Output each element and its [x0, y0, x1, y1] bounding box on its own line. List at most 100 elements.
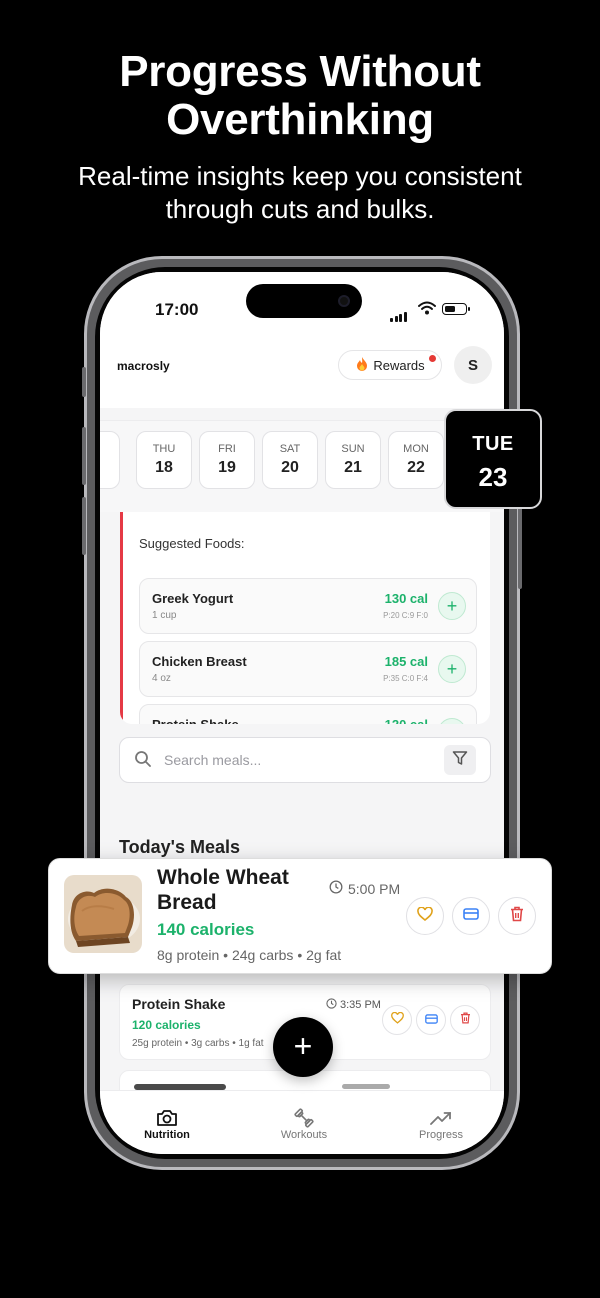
signal-icon — [390, 304, 408, 322]
day-chip-sat[interactable]: SAT 20 — [262, 431, 318, 489]
rewards-label: Rewards — [373, 357, 425, 373]
day-chip-thu[interactable]: THU 18 — [136, 431, 192, 489]
delete-button[interactable] — [450, 1005, 480, 1035]
featured-meal-card[interactable]: Whole Wheat Bread 140 calories 8g protei… — [48, 858, 552, 974]
food-macros: P:20 C:9 F:0 — [383, 611, 428, 620]
tab-nutrition[interactable]: Nutrition — [122, 1107, 212, 1141]
selected-day-date: 23 — [478, 462, 508, 492]
meal-name: Protein Shake — [132, 996, 226, 1012]
suggested-food-item[interactable]: Chicken Breast 4 oz 185 cal P:35 C:0 F:4 + — [139, 641, 477, 697]
food-name: Protein Shake — [152, 717, 239, 724]
tab-nutrition-label: Nutrition — [144, 1129, 190, 1141]
trend-up-icon — [396, 1107, 486, 1129]
day-chip-date: 18 — [155, 459, 173, 476]
day-chip-fri[interactable]: FRI 19 — [199, 431, 255, 489]
day-chip-name: MON — [403, 443, 429, 455]
phone-frame: 17:00 macrosly Rewards S THU 18 FRI 19 S… — [82, 256, 522, 1170]
suggested-food-item[interactable]: Greek Yogurt 1 cup 130 cal P:20 C:9 F:0 + — [139, 578, 477, 634]
status-bar: 17:00 — [100, 272, 504, 342]
food-name: Chicken Breast — [152, 654, 247, 669]
suggested-food-item[interactable]: Protein Shake1 scoop120 calP:25 C:3 F:1+ — [139, 704, 477, 724]
side-button-action — [82, 367, 86, 397]
add-food-button[interactable]: + — [438, 592, 466, 620]
promo-subline: Real-time insights keep you consistent t… — [40, 160, 560, 226]
search-bar[interactable]: Search meals... — [119, 737, 491, 783]
featured-meal-macros: 8g protein • 24g carbs • 2g fat — [157, 947, 342, 963]
promo-headline-line1: Progress Without — [119, 47, 481, 96]
wifi-icon — [418, 301, 436, 320]
promo-subline-line2: through cuts and bulks. — [165, 194, 435, 224]
featured-meal-time-text: 5:00 PM — [348, 880, 401, 897]
app-header: macrosly Rewards S — [100, 342, 504, 408]
tab-progress[interactable]: Progress — [396, 1107, 486, 1141]
heart-icon — [417, 905, 433, 926]
food-quantity: 1 cup — [152, 610, 177, 621]
featured-meal-name: Whole Wheat Bread — [157, 866, 289, 914]
day-chip-date: 22 — [407, 459, 425, 476]
day-chip-date: 19 — [218, 459, 236, 476]
clock-icon — [329, 880, 343, 897]
day-chip-name: SUN — [341, 443, 365, 455]
tab-progress-label: Progress — [418, 1129, 464, 1141]
tab-workouts[interactable]: Workouts — [259, 1107, 349, 1141]
food-photo — [64, 875, 142, 953]
battery-icon — [442, 303, 470, 315]
rewards-button[interactable]: Rewards — [338, 350, 442, 380]
day-chip-date: 21 — [344, 459, 362, 476]
promo-subline-line1: Real-time insights keep you consistent — [78, 161, 522, 191]
food-calories: 130 cal — [384, 591, 428, 606]
favorite-button[interactable] — [382, 1005, 412, 1035]
trash-icon — [510, 906, 524, 927]
promo-headline: Progress Without Overthinking — [0, 48, 600, 144]
dynamic-island — [246, 284, 362, 318]
side-button-volume-down — [82, 497, 86, 555]
food-macros: P:35 C:0 F:4 — [383, 674, 428, 683]
suggested-foods-card: Suggested Foods: Greek Yogurt 1 cup 130 ca… — [120, 512, 490, 724]
fire-icon — [355, 356, 369, 375]
tab-workouts-label: Workouts — [280, 1129, 328, 1141]
details-button[interactable] — [452, 897, 490, 935]
day-chip-name: FRI — [218, 443, 236, 455]
day-chip-name: THU — [152, 443, 176, 455]
avatar[interactable]: S — [454, 346, 492, 384]
details-button[interactable] — [416, 1005, 446, 1035]
alert-bar — [120, 512, 123, 724]
food-name: Greek Yogurt — [152, 591, 234, 606]
app-logo: macrosly — [117, 359, 170, 373]
promo-headline-line2: Overthinking — [166, 95, 434, 144]
meal-macros: 25g protein • 3g carbs • 1g fat — [132, 1038, 264, 1049]
favorite-button[interactable] — [406, 897, 444, 935]
todays-meals-title: Today's Meals — [119, 837, 240, 857]
day-chip-sun[interactable]: SUN 21 — [325, 431, 381, 489]
filter-button[interactable] — [444, 745, 476, 775]
day-chip-partial[interactable]: D — [100, 431, 120, 489]
day-chip-name: SAT — [279, 443, 301, 455]
meal-calories: 120 calories — [132, 1018, 201, 1032]
day-chip-mon[interactable]: MON 22 — [388, 431, 444, 489]
side-button-power — [518, 497, 522, 589]
suggested-foods-title: Suggested Foods: — [139, 536, 245, 551]
status-time: 17:00 — [155, 300, 199, 319]
side-button-volume-up — [82, 427, 86, 485]
clock-icon — [326, 998, 337, 1012]
day-chip-date: 20 — [281, 459, 299, 476]
filter-icon — [452, 750, 468, 771]
meal-time: 3:35 PM — [326, 998, 381, 1012]
selected-day-name: TUE — [472, 433, 514, 455]
tab-bar: Nutrition Workouts Progress — [100, 1090, 504, 1154]
card-icon — [463, 907, 479, 925]
app-screen: 17:00 macrosly Rewards S THU 18 FRI 19 S… — [100, 272, 504, 1154]
food-calories: 185 cal — [384, 654, 428, 669]
battery-nub — [468, 307, 470, 311]
heart-icon — [390, 1011, 404, 1029]
add-food-button[interactable]: + — [438, 718, 466, 724]
card-icon — [424, 1011, 438, 1029]
trash-icon — [460, 1011, 471, 1029]
add-food-button[interactable]: + — [438, 655, 466, 683]
selected-day-chip[interactable]: TUE 23 — [444, 409, 542, 509]
delete-button[interactable] — [498, 897, 536, 935]
featured-meal-time: 5:00 PM — [329, 880, 400, 897]
search-input[interactable]: Search meals... — [164, 752, 261, 768]
add-meal-button[interactable]: + — [273, 1017, 333, 1077]
camera-lens — [338, 295, 350, 307]
